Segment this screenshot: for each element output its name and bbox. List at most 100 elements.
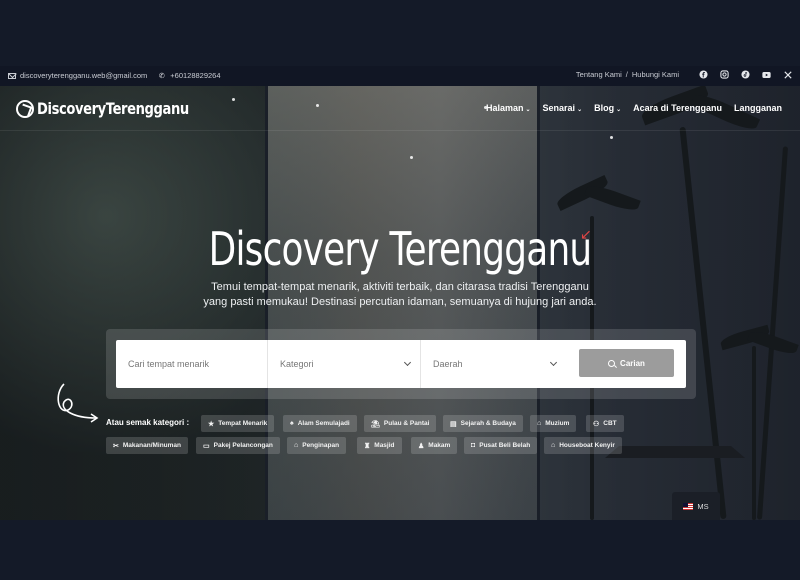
shopping-bag-icon: ◘: [471, 442, 476, 449]
search-button[interactable]: Carian: [579, 349, 674, 377]
email-contact[interactable]: discoveryterengganu.web@gmail.com: [8, 71, 147, 80]
chip-muzium[interactable]: ⌂ Muzium: [530, 415, 577, 432]
top-utility-bar: discoveryterengganu.web@gmail.com ✆ +601…: [0, 66, 800, 86]
letterbox-top: [0, 0, 800, 66]
users-icon: ⚇: [593, 420, 600, 428]
malaysia-flag-icon: [683, 502, 694, 510]
chip-makam[interactable]: ♟ Makam: [411, 437, 458, 454]
language-switcher[interactable]: MS: [672, 492, 720, 520]
chip-pakej-pelancongan[interactable]: ▭ Pakej Pelancongan: [196, 437, 280, 454]
checkmark-accent-icon: ↙: [580, 226, 592, 242]
instagram-icon[interactable]: [720, 70, 729, 79]
chip-label: Muzium: [545, 420, 570, 427]
snow-particle: [410, 156, 413, 159]
about-link[interactable]: Tentang Kami: [576, 70, 622, 79]
category-prompt: Atau semak kategori :: [106, 418, 190, 427]
chip-masjid[interactable]: ♜ Masjid: [357, 437, 402, 454]
chip-label: CBT: [603, 420, 617, 427]
curly-arrow-icon: [57, 383, 99, 423]
contact-link[interactable]: Hubungi Kami: [632, 70, 679, 79]
chip-label: Masjid: [374, 442, 395, 449]
chip-label: Alam Semulajadi: [297, 420, 350, 427]
chip-sejarah-budaya[interactable]: ▤ Sejarah & Budaya: [443, 415, 523, 432]
chevron-down-icon: [549, 358, 558, 367]
chip-cbt[interactable]: ⚇ CBT: [586, 415, 624, 432]
whatsapp-icon: ✆: [158, 72, 165, 80]
search-form: Cari tempat menarik Kategori Daerah Cari…: [116, 340, 686, 388]
subtitle-line: yang pasti memukau! Destinasi percutian …: [203, 296, 597, 308]
chip-label: Makanan/Minuman: [122, 442, 182, 449]
chip-label: Penginapan: [302, 442, 340, 449]
chip-label: Pusat Beli Belah: [479, 442, 531, 449]
hotel-icon: ⌂: [294, 442, 299, 449]
ticket-icon: ▭: [203, 442, 210, 450]
chevron-down-icon: ⌄: [525, 107, 531, 113]
menu-item-blog[interactable]: Blog ⌄: [594, 103, 621, 113]
chip-label: Houseboat Kenyir: [559, 442, 615, 449]
chevron-down-icon: ⌄: [577, 107, 583, 113]
chevron-down-icon: ⌄: [616, 107, 622, 113]
chevron-down-icon: [403, 358, 412, 367]
main-navbar: DiscoveryTerengganu Halaman ⌄ Senarai ⌄ Bl…: [0, 86, 800, 131]
phone-text: +60128829264: [170, 71, 221, 80]
scroll-icon: ▤: [450, 420, 457, 428]
chip-pusat-beli-belah[interactable]: ◘ Pusat Beli Belah: [464, 437, 538, 454]
category-select[interactable]: Kategori: [268, 340, 421, 388]
chip-tempat-menarik[interactable]: ★ Tempat Menarik: [201, 415, 275, 432]
chip-alam-semulajadi[interactable]: ♠ Alam Semulajadi: [283, 415, 357, 432]
star-icon: ★: [208, 420, 215, 428]
youtube-icon[interactable]: [762, 70, 771, 79]
monument-icon: ♟: [418, 442, 425, 450]
chip-houseboat-kenyir[interactable]: ⌂ Houseboat Kenyir: [544, 437, 622, 454]
snow-particle: [610, 136, 613, 139]
menu-item-senarai[interactable]: Senarai ⌄: [543, 103, 583, 113]
x-icon[interactable]: [783, 70, 792, 79]
email-text: discoveryterengganu.web@gmail.com: [20, 71, 148, 80]
museum-icon: ⌂: [537, 420, 542, 427]
region-select[interactable]: Daerah: [421, 340, 566, 388]
phone-contact[interactable]: ✆ +60128829264: [157, 71, 221, 80]
utensils-icon: ✂: [113, 442, 119, 450]
chip-pulau-pantai[interactable]: ⛱ Pulau & Pantai: [364, 415, 437, 432]
menu-item-acara[interactable]: Acara di Terengganu: [633, 103, 722, 113]
site-logo[interactable]: DiscoveryTerengganu: [16, 99, 222, 118]
chip-label: Pulau & Pantai: [383, 420, 430, 427]
palm-leaf: [584, 182, 641, 214]
hero-title: Discovery Terengganu: [208, 222, 593, 276]
place-placeholder: Cari tempat menarik: [128, 359, 210, 369]
chip-makanan-minuman[interactable]: ✂ Makanan/Minuman: [106, 437, 189, 454]
menu-label: Senarai: [542, 103, 576, 113]
compass-logo-icon: [16, 99, 34, 118]
mail-icon: [8, 72, 16, 79]
mosque-icon: ♜: [364, 442, 371, 450]
chip-label: Sejarah & Budaya: [460, 420, 516, 427]
palm-tree-silhouette: [679, 126, 727, 520]
chip-label: Pakej Pelancongan: [213, 442, 273, 449]
umbrella-beach-icon: ⛱: [371, 420, 380, 428]
menu-label: Halaman: [485, 103, 524, 113]
menu-item-langganan[interactable]: Langganan: [734, 103, 782, 113]
subtitle-line: Temui tempat-tempat menarik, aktiviti te…: [211, 281, 589, 293]
chip-penginapan[interactable]: ⌂ Penginapan: [287, 437, 347, 454]
place-search-input[interactable]: Cari tempat menarik: [116, 340, 268, 388]
search-button-label: Carian: [620, 358, 645, 368]
search-panel: Cari tempat menarik Kategori Daerah Cari…: [106, 329, 696, 399]
language-code: MS: [697, 501, 709, 511]
chip-label: Makam: [428, 442, 451, 449]
search-icon: [608, 359, 616, 367]
region-select-value: Daerah: [433, 359, 463, 369]
letterbox-bottom: [0, 520, 800, 580]
facebook-icon[interactable]: [699, 70, 708, 79]
leaf-icon: ♠: [290, 420, 294, 427]
menu-label: Blog: [594, 103, 615, 113]
tiktok-icon[interactable]: [741, 70, 750, 79]
menu-item-halaman[interactable]: Halaman ⌄: [486, 103, 531, 113]
link-separator: /: [625, 70, 628, 79]
houseboat-icon: ⌂: [551, 442, 556, 449]
category-select-value: Kategori: [280, 359, 314, 369]
palm-tree-silhouette: [752, 346, 756, 520]
gazebo-roof: [605, 446, 745, 458]
main-menu: Halaman ⌄ Senarai ⌄ Blog ⌄ Acara di Terengg…: [486, 103, 782, 113]
logo-text: DiscoveryTerengganu: [37, 99, 189, 118]
hero-subtitle: Temui tempat-tempat menarik, aktiviti te…: [0, 280, 800, 310]
